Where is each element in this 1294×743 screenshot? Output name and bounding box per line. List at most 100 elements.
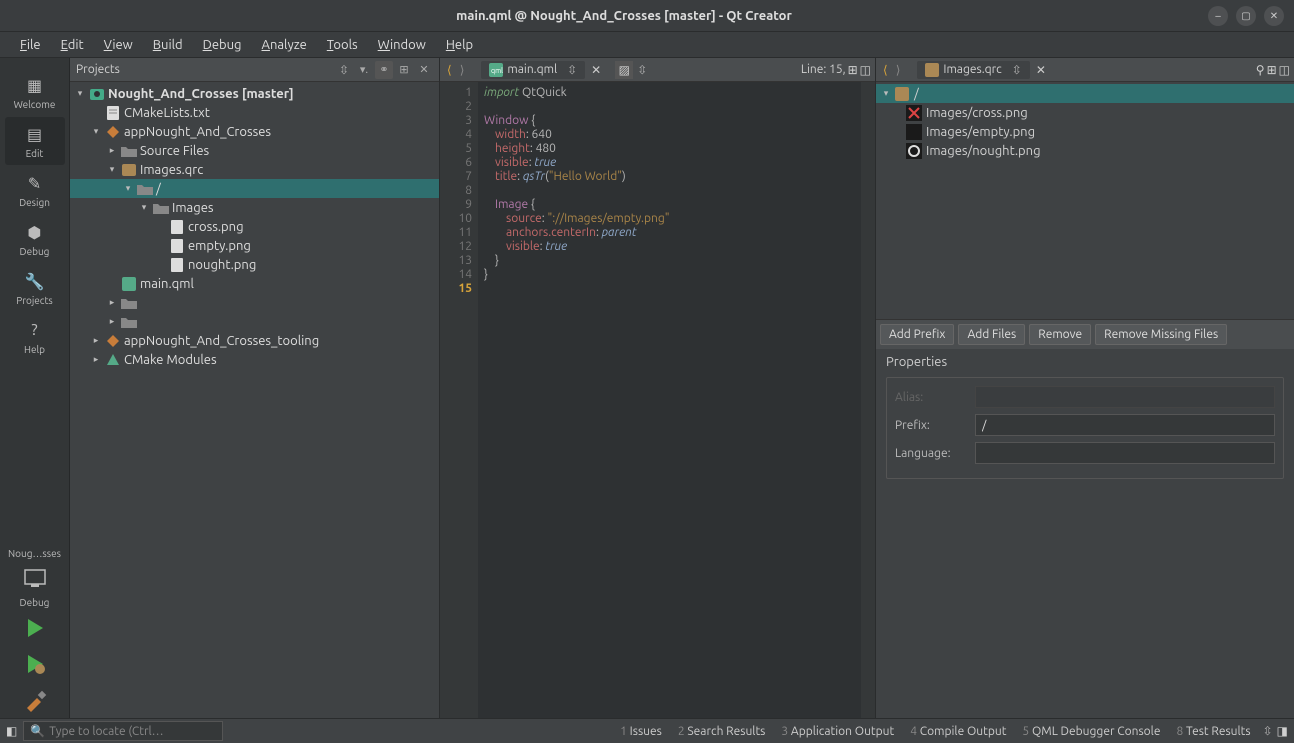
project-tree[interactable]: ▾Nought_And_Crosses [master]CMakeLists.t… (70, 82, 439, 718)
maximize-button[interactable]: ▢ (1236, 6, 1256, 26)
add-prefix-button[interactable]: Add Prefix (880, 324, 954, 345)
qrc-file-row[interactable]: Images/nought.png (876, 141, 1294, 160)
expand-icon[interactable]: ▾ (138, 202, 150, 213)
tree-item[interactable]: ▾Images.qrc (70, 160, 439, 179)
filter-icon[interactable]: ▾. (355, 61, 373, 79)
right-sidebar-toggle-icon[interactable]: ◨ (1277, 724, 1288, 738)
expand-icon[interactable]: ▸ (90, 335, 102, 346)
expand-icon[interactable]: ▾ (880, 88, 892, 99)
tree-item[interactable]: ▾appNought_And_Crosses (70, 122, 439, 141)
close-panel-icon[interactable]: ✕ (415, 61, 433, 79)
tree-item[interactable]: ▾Nought_And_Crosses [master] (70, 84, 439, 103)
output-search-results[interactable]: 2 Search Results (670, 725, 774, 738)
mode-design[interactable]: ✎Design (5, 166, 65, 214)
mode-debug[interactable]: ⬢Debug (5, 215, 65, 263)
output-compile-output[interactable]: 4 Compile Output (902, 725, 1014, 738)
close-split-icon[interactable]: ◫ (860, 63, 871, 77)
code-editor[interactable]: 123456789101112131415 import QtQuickWind… (440, 82, 875, 718)
menu-help[interactable]: Help (438, 36, 481, 54)
alias-label: Alias: (895, 391, 967, 404)
expand-icon[interactable]: ▾ (122, 183, 134, 194)
menu-window[interactable]: Window (370, 36, 434, 54)
nav-back-icon[interactable]: ⟨ (444, 63, 455, 77)
menu-build[interactable]: Build (145, 36, 191, 54)
mode-edit[interactable]: ▤Edit (5, 117, 65, 165)
fold-icon (137, 182, 153, 196)
locator-input[interactable]: 🔍 Type to locate (Ctrl… (23, 721, 223, 741)
remove-missing-files-button[interactable]: Remove Missing Files (1095, 324, 1227, 345)
nav-back-icon[interactable]: ⟨ (880, 63, 891, 77)
resource-file-selector[interactable]: Images.qrc ⇳ (917, 61, 1029, 79)
qml-file-icon: qml (489, 63, 503, 77)
menu-tools[interactable]: Tools (319, 36, 366, 54)
build-button[interactable] (15, 684, 55, 716)
qrc-root-row[interactable]: ▾ / (876, 84, 1294, 103)
add-files-button[interactable]: Add Files (958, 324, 1025, 345)
expand-icon[interactable]: ▸ (106, 297, 118, 308)
tree-item[interactable]: empty.png (70, 236, 439, 255)
expand-icon[interactable]: ▾ (74, 88, 86, 99)
qrc-file-row[interactable]: Images/empty.png (876, 122, 1294, 141)
menu-debug[interactable]: Debug (195, 36, 250, 54)
expand-icon[interactable]: ▾ (106, 164, 118, 175)
tree-item[interactable]: main.qml (70, 274, 439, 293)
menu-analyze[interactable]: Analyze (254, 36, 315, 54)
tree-item[interactable]: nought.png (70, 255, 439, 274)
tree-item[interactable]: ▸Source Files (70, 141, 439, 160)
menu-edit[interactable]: Edit (53, 36, 92, 54)
close-document-icon[interactable]: ✕ (1032, 63, 1050, 77)
close-document-icon[interactable]: ✕ (587, 63, 605, 77)
person-icon[interactable]: ⚲ (1256, 63, 1265, 77)
titlebar: main.qml @ Nought_And_Crosses [master] -… (0, 0, 1294, 32)
remove-button[interactable]: Remove (1029, 324, 1091, 345)
line-indicator[interactable]: Line: 15, (801, 63, 846, 76)
split-icon[interactable]: ⊞ (395, 61, 413, 79)
sidebar-toggle-icon[interactable]: ◧ (6, 724, 17, 738)
expand-icon[interactable]: ▸ (106, 145, 118, 156)
expand-icon[interactable]: ▸ (90, 354, 102, 365)
language-input[interactable] (975, 442, 1275, 464)
mode-welcome[interactable]: ▦Welcome (5, 68, 65, 116)
debug-run-button[interactable] (15, 648, 55, 680)
tree-item[interactable]: CMakeLists.txt (70, 103, 439, 122)
output-test-results[interactable]: 8 Test Results (1168, 725, 1258, 738)
nav-fwd-icon[interactable]: ⟩ (893, 63, 904, 77)
editor-scrollbar[interactable] (861, 82, 875, 718)
grid-icon: ▦ (24, 74, 46, 96)
run-button[interactable] (15, 612, 55, 644)
kit-selector[interactable] (15, 563, 55, 595)
minimize-button[interactable]: ‒ (1208, 6, 1228, 26)
output-application-output[interactable]: 3 Application Output (773, 725, 902, 738)
close-button[interactable]: ✕ (1264, 6, 1284, 26)
nav-fwd-icon[interactable]: ⟩ (457, 63, 468, 77)
prefix-input[interactable] (975, 414, 1275, 436)
expand-icon[interactable]: ▾ (90, 126, 102, 137)
expand-icon[interactable]: ▸ (106, 316, 118, 327)
tree-item[interactable]: ▾Images (70, 198, 439, 217)
hash-icon[interactable]: ▨ (615, 61, 633, 79)
kit-name[interactable]: Noug…sses (8, 548, 61, 559)
output-qml-debugger-console[interactable]: 5 QML Debugger Console (1014, 725, 1168, 738)
tree-item[interactable]: ▸appNought_And_Crosses_tooling (70, 331, 439, 350)
tree-item[interactable]: cross.png (70, 217, 439, 236)
tree-item[interactable]: ▸ (70, 293, 439, 312)
fold-icon (121, 144, 137, 158)
menu-file[interactable]: File (12, 36, 49, 54)
tree-item[interactable]: ▸CMake Modules (70, 350, 439, 369)
editor-file-selector[interactable]: qml main.qml ⇳ (481, 61, 585, 79)
tree-item[interactable]: ▸ (70, 312, 439, 331)
mode-projects[interactable]: 🔧Projects (5, 264, 65, 312)
mod-icon (105, 334, 121, 348)
output-issues[interactable]: 1 Issues (612, 725, 670, 738)
qrc-file-row[interactable]: Images/cross.png (876, 103, 1294, 122)
split-editor-icon[interactable]: ⊞ (848, 63, 858, 77)
selector-updown-icon[interactable]: ⇳ (339, 63, 349, 77)
close-split-icon[interactable]: ◫ (1279, 63, 1290, 77)
menu-view[interactable]: View (96, 36, 141, 54)
mode-help[interactable]: ?Help (5, 313, 65, 361)
split-editor-icon[interactable]: ⊞ (1267, 63, 1277, 77)
status-updown-icon[interactable]: ⇳ (1259, 724, 1277, 738)
tree-item[interactable]: ▾/ (70, 179, 439, 198)
link-icon[interactable]: ⚭ (375, 61, 393, 79)
resource-tree[interactable]: ▾ / Images/cross.pngImages/empty.pngImag… (876, 82, 1294, 319)
